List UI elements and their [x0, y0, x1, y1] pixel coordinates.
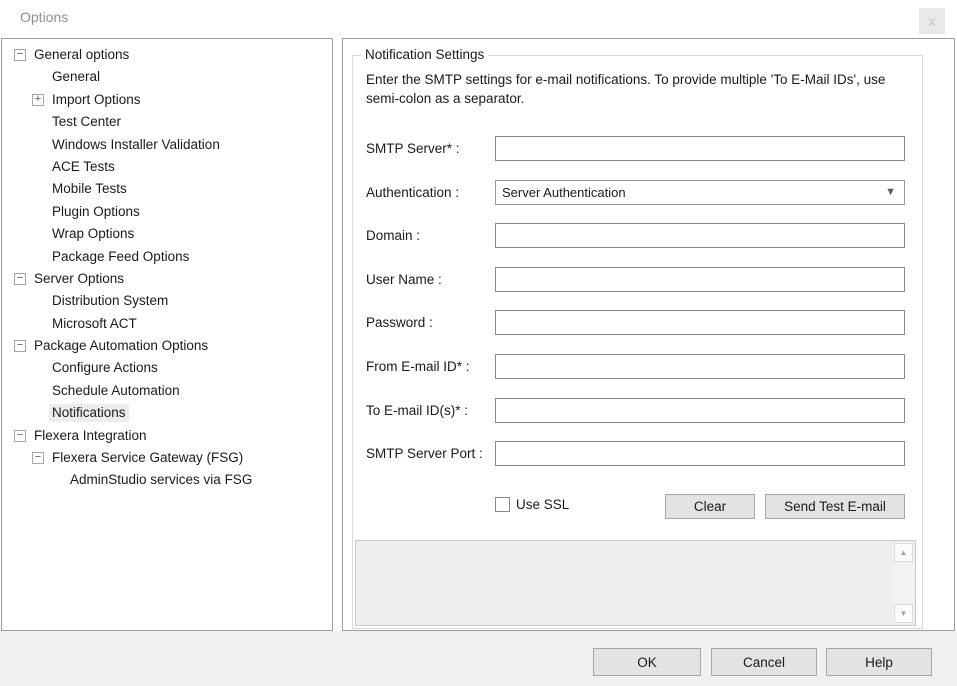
collapse-icon[interactable]: −	[32, 452, 44, 464]
help-button[interactable]: Help	[826, 648, 932, 676]
ok-button[interactable]: OK	[593, 648, 701, 676]
tree-item-label: Configure Actions	[49, 359, 161, 377]
tree-item-label: General	[49, 68, 103, 86]
field-label: Domain :	[366, 228, 495, 243]
form-field-row: SMTP Server* :	[366, 136, 910, 161]
tree-item-label: ACE Tests	[49, 158, 118, 176]
send-test-email-button[interactable]: Send Test E-mail	[765, 494, 905, 519]
tree-item-label: Test Center	[49, 113, 124, 131]
tree-item[interactable]: Package Feed Options	[2, 246, 332, 268]
status-scrollbar[interactable]: ▲ ▼	[893, 542, 914, 624]
tree-item[interactable]: General	[2, 66, 332, 88]
tree-item[interactable]: Plugin Options	[2, 201, 332, 223]
form-field-row: SMTP Server Port :	[366, 441, 910, 466]
to-email-ids-input[interactable]	[495, 398, 905, 423]
tree-item-label: Server Options	[31, 270, 127, 288]
tree-item[interactable]: Wrap Options	[2, 223, 332, 245]
field-label: To E-mail ID(s)* :	[366, 403, 495, 418]
tree-item[interactable]: Schedule Automation	[2, 380, 332, 402]
form-field-row: Authentication : Server Authentication ▼	[366, 180, 910, 205]
field-label: From E-mail ID* :	[366, 359, 495, 374]
tree-item[interactable]: AdminStudio services via FSG	[2, 469, 332, 491]
chevron-down-icon: ▼	[885, 181, 896, 204]
tree-item[interactable]: − Server Options	[2, 268, 332, 290]
scroll-up-button[interactable]: ▲	[894, 543, 913, 562]
tree-item-label: Import Options	[49, 91, 144, 109]
scroll-up-icon: ▲	[900, 549, 908, 557]
use-ssl-checkbox[interactable]	[495, 497, 510, 512]
status-output-box[interactable]: ▲ ▼	[355, 540, 916, 626]
tree-item-label: Wrap Options	[49, 225, 137, 243]
scroll-down-button[interactable]: ▼	[894, 604, 913, 623]
tree-item[interactable]: Distribution System	[2, 290, 332, 312]
collapse-icon[interactable]: −	[14, 273, 26, 285]
tree-item-label: Package Automation Options	[31, 337, 211, 355]
form-field-row: Password :	[366, 310, 910, 335]
action-row: Use SSL Clear Send Test E-mail	[353, 494, 922, 520]
tree-item-label: Plugin Options	[49, 203, 143, 221]
smtp-server-input[interactable]	[495, 136, 905, 161]
password-input[interactable]	[495, 310, 905, 335]
collapse-icon[interactable]: −	[14, 49, 26, 61]
notification-settings-group: Notification Settings Enter the SMTP set…	[352, 55, 923, 629]
tree-item[interactable]: − Flexera Integration	[2, 425, 332, 447]
field-label: Authentication :	[366, 185, 495, 200]
form-field-row: Domain :	[366, 223, 910, 248]
tree-item-label: Flexera Integration	[31, 427, 150, 445]
settings-description: Enter the SMTP settings for e-mail notif…	[366, 70, 891, 108]
tree-item-label: General options	[31, 46, 132, 64]
tree-item[interactable]: ACE Tests	[2, 156, 332, 178]
authentication-select[interactable]: Server Authentication ▼	[495, 180, 905, 205]
tree-item-label: Windows Installer Validation	[49, 136, 223, 154]
tree-item[interactable]: + Import Options	[2, 89, 332, 111]
tree-item-label: Notifications	[49, 404, 129, 422]
field-label: User Name :	[366, 272, 495, 287]
options-dialog: Options x − General options General + Im…	[0, 0, 957, 686]
tree-item-label: Package Feed Options	[49, 248, 192, 266]
tree-item[interactable]: Test Center	[2, 111, 332, 133]
close-button[interactable]: x	[919, 8, 945, 34]
tree-item-label: Schedule Automation	[49, 382, 183, 400]
tree-item[interactable]: − General options	[2, 44, 332, 66]
cancel-button[interactable]: Cancel	[711, 648, 817, 676]
options-tree: − General options General + Import Optio…	[1, 38, 333, 631]
tree-item[interactable]: − Flexera Service Gateway (FSG)	[2, 447, 332, 469]
scroll-down-icon: ▼	[900, 610, 908, 618]
tree-item[interactable]: Windows Installer Validation	[2, 134, 332, 156]
form-field-row: To E-mail ID(s)* :	[366, 398, 910, 423]
tree-item[interactable]: Mobile Tests	[2, 178, 332, 200]
tree-item-label: Mobile Tests	[49, 180, 130, 198]
tree-item-label: AdminStudio services via FSG	[67, 471, 255, 489]
tree-item[interactable]: Configure Actions	[2, 357, 332, 379]
field-label: Password :	[366, 315, 495, 330]
tree-item[interactable]: − Package Automation Options	[2, 335, 332, 357]
tree-item[interactable]: Microsoft ACT	[2, 313, 332, 335]
collapse-icon[interactable]: −	[14, 340, 26, 352]
tree-item-label: Microsoft ACT	[49, 315, 140, 333]
settings-panel: Notification Settings Enter the SMTP set…	[342, 38, 955, 631]
collapse-icon[interactable]: −	[14, 430, 26, 442]
form-field-row: From E-mail ID* :	[366, 354, 910, 379]
tree-item[interactable]: Notifications	[2, 402, 332, 424]
dialog-footer: OK Cancel Help	[0, 631, 957, 686]
user-name-input[interactable]	[495, 267, 905, 292]
close-icon: x	[928, 14, 936, 28]
smtp-server-port-input[interactable]	[495, 441, 905, 466]
tree-item-label: Flexera Service Gateway (FSG)	[49, 449, 246, 467]
use-ssl-field[interactable]: Use SSL	[495, 497, 569, 512]
group-title: Notification Settings	[361, 47, 488, 62]
tree-item-label: Distribution System	[49, 292, 171, 310]
field-label: SMTP Server Port :	[366, 446, 495, 461]
window-title: Options	[20, 9, 68, 25]
field-label: SMTP Server* :	[366, 141, 495, 156]
domain-input[interactable]	[495, 223, 905, 248]
from-email-id-input[interactable]	[495, 354, 905, 379]
combobox-value: Server Authentication	[502, 185, 626, 200]
titlebar: Options x	[0, 0, 957, 38]
expand-icon[interactable]: +	[32, 94, 44, 106]
form-field-row: User Name :	[366, 267, 910, 292]
use-ssl-label: Use SSL	[516, 497, 569, 512]
clear-button[interactable]: Clear	[665, 494, 755, 519]
